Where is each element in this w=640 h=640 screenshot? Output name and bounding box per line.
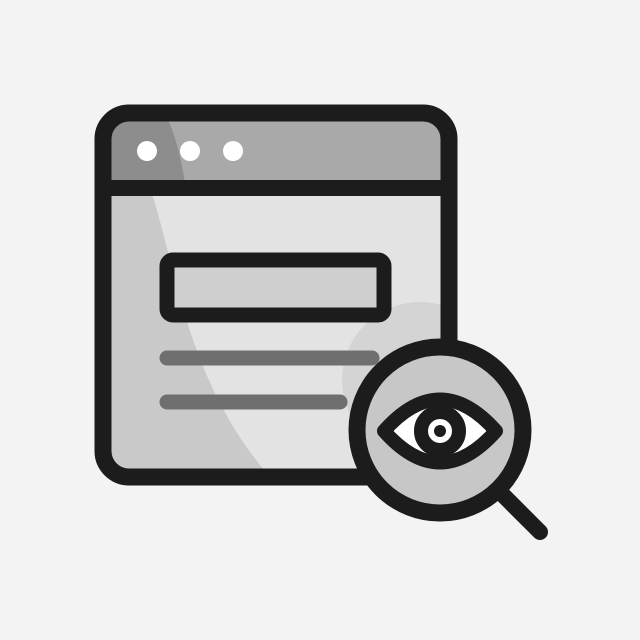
magnifier-handle: [494, 486, 548, 540]
header-highlight: [165, 113, 449, 188]
eye-icon: [377, 392, 503, 470]
content-box: [159, 252, 392, 323]
web-page-inspect-icon: [94, 104, 548, 540]
window-dot-icon: [137, 141, 157, 161]
window-dot-icon: [223, 141, 243, 161]
eye-pupil: [434, 425, 446, 437]
window-dot-icon: [180, 141, 200, 161]
icon-stage: [0, 0, 640, 640]
